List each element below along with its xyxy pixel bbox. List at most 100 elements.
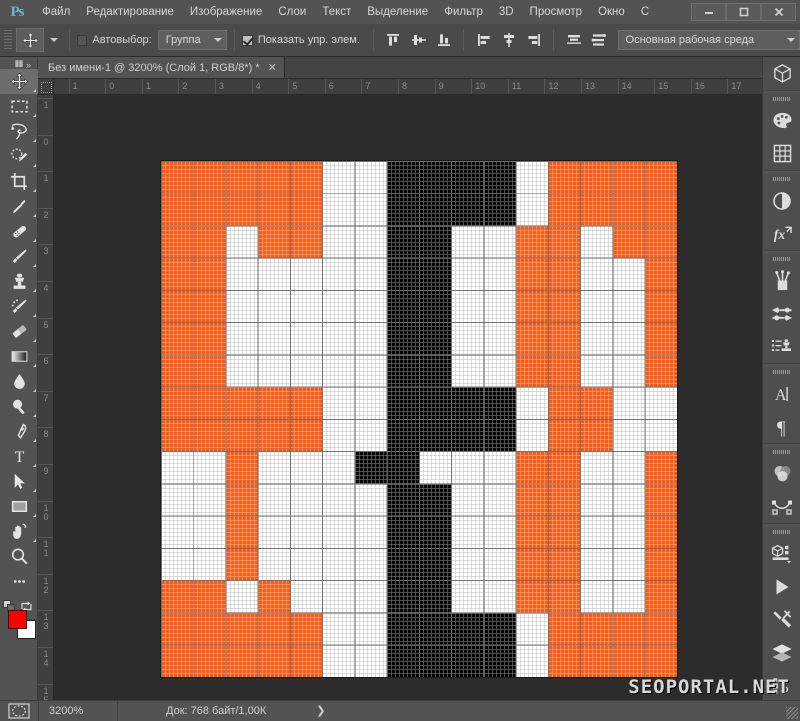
pixel-cell[interactable] [451, 322, 483, 354]
pixel-cell[interactable] [258, 484, 290, 516]
pixel-cell[interactable] [516, 516, 548, 548]
pixel-cell[interactable] [419, 387, 451, 419]
pixel-cell[interactable] [451, 516, 483, 548]
pixel-cell[interactable] [258, 516, 290, 548]
pixel-cell[interactable] [193, 516, 225, 548]
pixel-cell[interactable] [451, 419, 483, 451]
panel-group-grip[interactable] [763, 447, 800, 457]
menu-item-0[interactable]: Файл [34, 0, 78, 24]
pixel-cell[interactable] [193, 580, 225, 612]
align-right-edges-icon[interactable] [523, 29, 544, 51]
timeline-panel-icon[interactable] [763, 570, 800, 603]
pixel-cell[interactable] [580, 387, 612, 419]
pixel-cell[interactable] [322, 580, 354, 612]
pixel-cell[interactable] [355, 258, 387, 290]
pixel-cell[interactable] [193, 419, 225, 451]
pixel-cell[interactable] [226, 516, 258, 548]
pixel-cell[interactable] [645, 322, 677, 354]
swatches-panel-icon[interactable] [763, 137, 800, 170]
pixel-cell[interactable] [580, 258, 612, 290]
pixel-cell[interactable] [645, 645, 677, 677]
pixel-cell[interactable] [484, 645, 516, 677]
brush-presets-panel-icon[interactable] [763, 264, 800, 297]
show-transform-controls-checkbox[interactable] [242, 35, 253, 46]
pixel-cell[interactable] [451, 193, 483, 225]
pixel-cell[interactable] [387, 484, 419, 516]
pixel-cell[interactable] [387, 322, 419, 354]
menu-item-9[interactable]: Окно [590, 0, 633, 24]
character-panel-icon[interactable]: A [763, 377, 800, 410]
pixel-cell[interactable] [516, 387, 548, 419]
pixel-cell[interactable] [516, 548, 548, 580]
pixel-cell[interactable] [322, 548, 354, 580]
pixel-cell[interactable] [355, 355, 387, 387]
pixel-cell[interactable] [484, 322, 516, 354]
paragraph-panel-icon[interactable]: ¶ [763, 410, 800, 443]
options-bar-grip[interactable] [4, 30, 12, 50]
pixel-cell[interactable] [226, 387, 258, 419]
pixel-cell[interactable] [161, 451, 193, 483]
quick-selection-tool[interactable] [0, 144, 38, 169]
edit-toolbar-tool[interactable] [0, 569, 38, 594]
rectangular-marquee-tool[interactable] [0, 94, 38, 119]
pixel-cell[interactable] [419, 516, 451, 548]
pixel-cell[interactable] [484, 355, 516, 387]
dodge-tool[interactable] [0, 394, 38, 419]
pixel-cell[interactable] [193, 484, 225, 516]
pixel-cell[interactable] [451, 548, 483, 580]
pixel-cell[interactable] [419, 290, 451, 322]
pixel-cell[interactable] [451, 387, 483, 419]
pixel-cell[interactable] [645, 451, 677, 483]
maximize-button[interactable] [726, 3, 761, 21]
adjustments-panel-icon[interactable] [763, 184, 800, 217]
pixel-cell[interactable] [613, 613, 645, 645]
pixel-cell[interactable] [193, 451, 225, 483]
pixel-cell[interactable] [548, 516, 580, 548]
pixel-cell[interactable] [226, 548, 258, 580]
color-panel-icon[interactable] [763, 104, 800, 137]
pixel-cell[interactable] [258, 451, 290, 483]
pixel-cell[interactable] [193, 387, 225, 419]
pixel-cell[interactable] [161, 548, 193, 580]
panel-group-grip[interactable] [763, 254, 800, 264]
collapse-tools-icon[interactable]: » [26, 60, 30, 70]
autoselect-scope-select[interactable]: Группа [158, 30, 228, 50]
pixel-cell[interactable] [548, 451, 580, 483]
pixel-cell[interactable] [355, 419, 387, 451]
pixel-cell[interactable] [548, 548, 580, 580]
pixel-cell[interactable] [161, 419, 193, 451]
rectangle-tool[interactable] [0, 494, 38, 519]
pixel-cell[interactable] [290, 161, 322, 193]
pixel-cell[interactable] [387, 355, 419, 387]
pixel-cell[interactable] [451, 290, 483, 322]
brush-settings-panel-icon[interactable] [763, 297, 800, 330]
pixel-cell[interactable] [290, 548, 322, 580]
foreground-color-swatch[interactable] [8, 610, 27, 629]
pixel-cell[interactable] [613, 193, 645, 225]
pixel-cell[interactable] [419, 355, 451, 387]
pixel-cell[interactable] [258, 290, 290, 322]
pixel-cell[interactable] [613, 484, 645, 516]
pixel-cell[interactable] [516, 161, 548, 193]
pixel-cell[interactable] [645, 548, 677, 580]
pixel-cell[interactable] [290, 580, 322, 612]
pixel-cell[interactable] [322, 451, 354, 483]
pixel-cell[interactable] [161, 322, 193, 354]
pixel-cell[interactable] [580, 355, 612, 387]
pixel-cell[interactable] [290, 322, 322, 354]
pixel-cell[interactable] [419, 193, 451, 225]
pixel-cell[interactable] [387, 258, 419, 290]
pixel-cell[interactable] [290, 193, 322, 225]
menu-item-4[interactable]: Текст [314, 0, 359, 24]
pixel-cell[interactable] [387, 226, 419, 258]
pixel-cell[interactable] [387, 645, 419, 677]
pixel-cell[interactable] [387, 516, 419, 548]
panel-group-grip[interactable] [763, 527, 800, 537]
pixel-cell[interactable] [484, 484, 516, 516]
pixel-cell[interactable] [548, 419, 580, 451]
pixel-cell[interactable] [580, 193, 612, 225]
gradient-tool[interactable] [0, 344, 38, 369]
artboard[interactable] [161, 161, 677, 677]
pixel-cell[interactable] [580, 290, 612, 322]
pixel-cell[interactable] [193, 322, 225, 354]
